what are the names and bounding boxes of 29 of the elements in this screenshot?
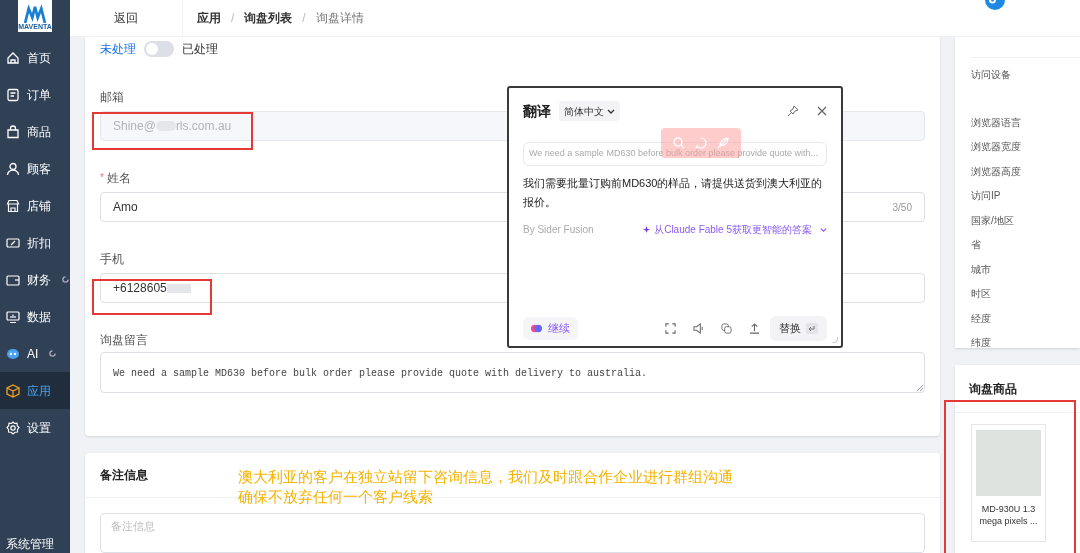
field-label: 邮箱: [100, 89, 125, 105]
info-label: 经度: [971, 311, 992, 326]
popup-title: 翻译: [523, 101, 551, 121]
info-label: 浏览器语言: [971, 115, 1022, 130]
required-mark: *: [100, 171, 104, 185]
annotation-text: 澳大利亚的客户在独立站留下咨询信息，我们及时跟合作企业进行群组沟通: [238, 467, 733, 487]
card-title: 备注信息: [100, 467, 148, 484]
product-name: MD-930U 1.3 mega pixels ...: [978, 503, 1039, 527]
info-label: 时区: [971, 287, 992, 301]
credit-text: By Sider Fusion: [523, 223, 594, 237]
info-label: 浏览器宽度: [971, 140, 1022, 154]
breadcrumb-separator: /: [231, 10, 235, 27]
info-label: 城市: [971, 262, 992, 277]
character-counter: 3/50: [892, 200, 912, 215]
annotation-text: 确保不放弃任何一个客户线索: [238, 487, 434, 507]
info-label: 访问设备: [971, 68, 1012, 82]
info-label: 浏览器高度: [971, 164, 1022, 179]
field-label: 询盘留言: [100, 332, 148, 348]
info-label: 省: [971, 238, 982, 252]
breadcrumb-separator: /: [302, 10, 306, 27]
info-label: 国家/地区: [971, 213, 1015, 228]
info-label: 纬度: [971, 336, 992, 350]
info-label: 访问IP: [971, 189, 1002, 203]
field-label: 姓名: [106, 169, 131, 187]
field-label: 手机: [100, 251, 125, 267]
status-label: 未处理: [100, 41, 136, 58]
translation-text: 我们需要批量订购前MD630的样品，请提供送货到澳大利亚的报价。: [523, 176, 824, 210]
status-label: 已处理: [182, 41, 218, 58]
card-title: 询盘商品: [969, 380, 1017, 398]
